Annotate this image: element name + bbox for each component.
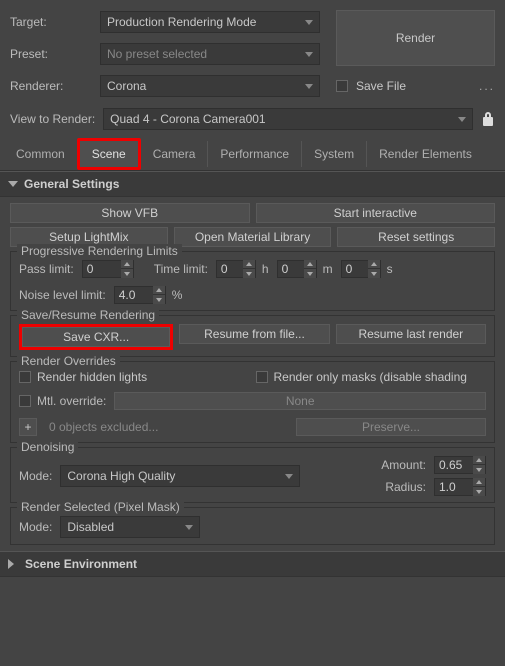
target-value: Production Rendering Mode [107, 15, 256, 29]
preserve-button[interactable]: Preserve... [296, 418, 486, 436]
chevron-down-icon [305, 20, 313, 25]
target-dropdown[interactable]: Production Rendering Mode [100, 11, 320, 33]
view-value: Quad 4 - Corona Camera001 [110, 112, 265, 126]
chevron-right-icon [8, 559, 19, 569]
only-masks-label: Render only masks (disable shading [274, 370, 467, 384]
mtl-override-slot[interactable]: None [114, 392, 486, 410]
tab-system[interactable]: System [301, 141, 366, 167]
noise-limit-spinner[interactable] [114, 286, 166, 304]
lock-icon[interactable] [481, 111, 495, 127]
radius-label: Radius: [385, 480, 426, 494]
spinner-up-icon[interactable] [121, 260, 133, 269]
chevron-down-icon [8, 181, 18, 187]
renderer-dropdown[interactable]: Corona [100, 75, 320, 97]
resume-last-render-button[interactable]: Resume last render [336, 324, 486, 344]
tab-camera[interactable]: Camera [141, 141, 208, 167]
save-file-label: Save File [356, 79, 406, 93]
resume-from-file-button[interactable]: Resume from file... [179, 324, 329, 344]
hidden-lights-label: Render hidden lights [37, 370, 147, 384]
preset-value: No preset selected [107, 47, 207, 61]
hidden-lights-checkbox[interactable] [19, 371, 31, 383]
pixelmask-mode-dropdown[interactable]: Disabled [60, 516, 200, 538]
preset-label: Preset: [10, 47, 92, 61]
time-s-spinner[interactable] [341, 260, 381, 278]
radius-spinner[interactable] [434, 478, 486, 496]
time-s-input[interactable] [342, 262, 368, 276]
start-interactive-button[interactable]: Start interactive [256, 203, 496, 223]
group-denoising: Denoising Mode: Corona High Quality Amou… [10, 447, 495, 503]
time-limit-label: Time limit: [154, 262, 208, 276]
denoise-mode-dropdown[interactable]: Corona High Quality [60, 465, 300, 487]
show-vfb-button[interactable]: Show VFB [10, 203, 250, 223]
add-exclude-button[interactable]: + [19, 418, 37, 436]
reset-settings-button[interactable]: Reset settings [337, 227, 495, 247]
preset-dropdown[interactable]: No preset selected [100, 43, 320, 65]
time-h-input[interactable] [217, 262, 243, 276]
excluded-label: 0 objects excluded... [43, 420, 290, 434]
render-button[interactable]: Render [336, 10, 495, 66]
mtl-override-label: Mtl. override: [37, 394, 106, 408]
noise-limit-input[interactable] [115, 288, 153, 302]
section-scene-environment[interactable]: Scene Environment [0, 551, 505, 577]
renderer-value: Corona [107, 79, 146, 93]
spinner-down-icon[interactable] [121, 269, 133, 278]
tab-render-elements[interactable]: Render Elements [366, 141, 484, 167]
time-h-spinner[interactable] [216, 260, 256, 278]
pass-limit-label: Pass limit: [19, 262, 74, 276]
target-label: Target: [10, 15, 92, 29]
save-file-browse[interactable]: ... [479, 79, 495, 93]
denoise-mode-label: Mode: [19, 469, 52, 483]
open-matlib-button[interactable]: Open Material Library [174, 227, 332, 247]
view-dropdown[interactable]: Quad 4 - Corona Camera001 [103, 108, 473, 130]
chevron-down-icon [305, 84, 313, 89]
group-pixel-mask: Render Selected (Pixel Mask) Mode: Disab… [10, 507, 495, 545]
chevron-down-icon [285, 474, 293, 479]
amount-label: Amount: [381, 458, 426, 472]
time-m-spinner[interactable] [277, 260, 317, 278]
tab-performance[interactable]: Performance [207, 141, 301, 167]
section-general-settings[interactable]: General Settings [0, 171, 505, 197]
view-label: View to Render: [10, 112, 95, 126]
renderer-label: Renderer: [10, 79, 92, 93]
noise-limit-label: Noise level limit: [19, 288, 106, 302]
pass-limit-spinner[interactable] [82, 260, 134, 278]
radius-input[interactable] [435, 480, 473, 494]
save-file-checkbox[interactable] [336, 80, 348, 92]
chevron-down-icon [458, 117, 466, 122]
group-save-resume: Save/Resume Rendering Save CXR... Resume… [10, 315, 495, 357]
amount-input[interactable] [435, 458, 473, 472]
only-masks-checkbox[interactable] [256, 371, 268, 383]
tab-bar: Common Scene Camera Performance System R… [0, 138, 505, 171]
time-m-input[interactable] [278, 262, 304, 276]
tab-scene[interactable]: Scene [80, 141, 138, 167]
mtl-override-checkbox[interactable] [19, 395, 31, 407]
pass-limit-input[interactable] [83, 262, 121, 276]
save-cxr-button[interactable]: Save CXR... [22, 327, 170, 347]
chevron-down-icon [305, 52, 313, 57]
pixelmask-mode-label: Mode: [19, 520, 52, 534]
tab-common[interactable]: Common [4, 141, 77, 167]
amount-spinner[interactable] [434, 456, 486, 474]
group-progressive-limits: Progressive Rendering Limits Pass limit:… [10, 251, 495, 311]
group-render-overrides: Render Overrides Render hidden lights Re… [10, 361, 495, 443]
chevron-down-icon [185, 525, 193, 530]
